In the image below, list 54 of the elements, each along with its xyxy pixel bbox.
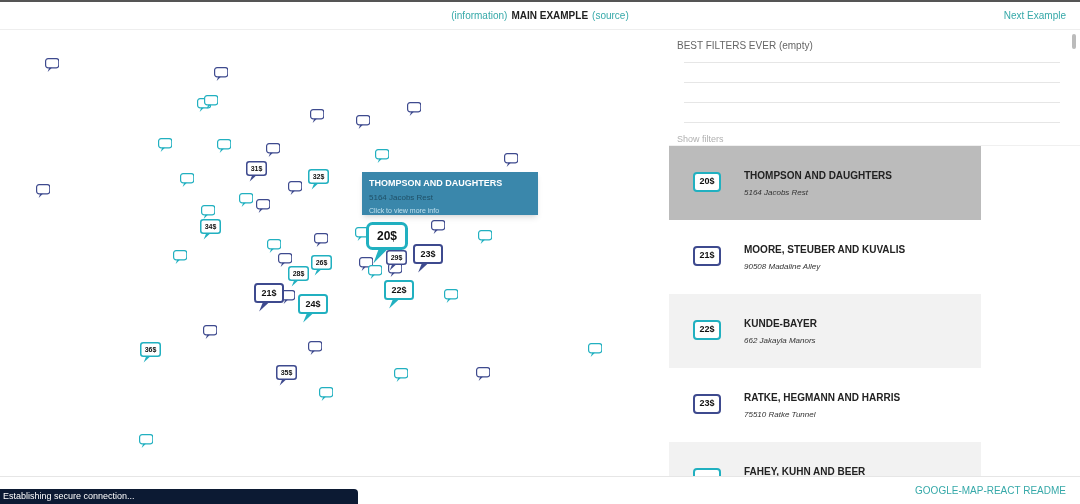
place-item[interactable]: FAHEY, KUHN AND BEER — [669, 442, 981, 476]
marker-icon[interactable] — [202, 324, 218, 340]
place-item[interactable]: 22$ KUNDE-BAYER 662 Jakayla Manors — [669, 294, 981, 368]
price-badge: 20$ — [693, 172, 721, 192]
marker-icon[interactable] — [255, 198, 271, 214]
marker-icon[interactable] — [277, 252, 293, 268]
place-name: THOMPSON AND DAUGHTERS — [744, 169, 892, 183]
price-badge: 23$ — [693, 394, 721, 414]
marker-icon[interactable] — [157, 137, 173, 153]
scrollbar-thumb[interactable] — [1072, 34, 1076, 49]
marker-icon[interactable] — [475, 366, 491, 382]
place-address: 5164 Jacobs Rest — [744, 187, 810, 199]
place-name: FAHEY, KUHN AND BEER — [744, 465, 866, 476]
place-item[interactable]: 20$ THOMPSON AND DAUGHTERS 5164 Jacobs Rest — [669, 146, 981, 220]
marker-icon[interactable] — [307, 340, 323, 356]
place-address: 75510 Ratke Tunnel — [744, 409, 817, 421]
marker-icon[interactable] — [265, 142, 281, 158]
marker-icon[interactable] — [503, 152, 519, 168]
marker-icon[interactable] — [216, 138, 232, 154]
price-badge: 21$ — [693, 246, 721, 266]
marker-icon[interactable] — [200, 204, 216, 220]
marker-icon[interactable] — [44, 57, 60, 73]
marker-icon[interactable] — [287, 180, 303, 196]
marker-icon[interactable] — [406, 101, 422, 117]
status-bar: Establishing secure connection... — [0, 489, 358, 504]
page-title: MAIN EXAMPLE — [511, 9, 589, 23]
marker-icon[interactable] — [367, 264, 383, 280]
price-badge: 22$ — [693, 320, 721, 340]
marker-icon[interactable] — [393, 367, 409, 383]
marker-icon[interactable] — [309, 108, 325, 124]
tooltip-title: THOMPSON AND DAUGHTERS — [369, 177, 504, 190]
place-address: 90508 Madaline Alley — [744, 261, 822, 273]
marker-icon[interactable] — [35, 183, 51, 199]
marker-icon[interactable] — [179, 172, 195, 188]
marker-icon[interactable] — [213, 66, 229, 82]
place-address: 662 Jakayla Manors — [744, 335, 817, 347]
marker-icon[interactable] — [587, 342, 603, 358]
place-name: MOORE, STEUBER AND KUVALIS — [744, 243, 906, 257]
marker-icon[interactable] — [172, 249, 188, 265]
marker-icon[interactable] — [430, 219, 446, 235]
marker-icon[interactable] — [477, 229, 493, 245]
marker-icon[interactable] — [374, 148, 390, 164]
marker-icon[interactable] — [203, 94, 219, 110]
tooltip-address: 5164 Jacobs Rest — [369, 191, 435, 204]
place-name: KUNDE-BAYER — [744, 317, 817, 331]
marker-icon[interactable] — [443, 288, 459, 304]
marker-icon[interactable] — [318, 386, 334, 402]
marker-icon[interactable] — [138, 433, 154, 449]
place-name: RATKE, HEGMANN AND HARRIS — [744, 391, 901, 405]
marker-icon[interactable] — [313, 232, 329, 248]
marker-icon[interactable] — [238, 192, 254, 208]
marker-icon[interactable] — [266, 238, 282, 254]
filters-title: BEST FILTERS EVER (empty) — [677, 39, 814, 53]
marker-icon[interactable] — [355, 114, 371, 130]
